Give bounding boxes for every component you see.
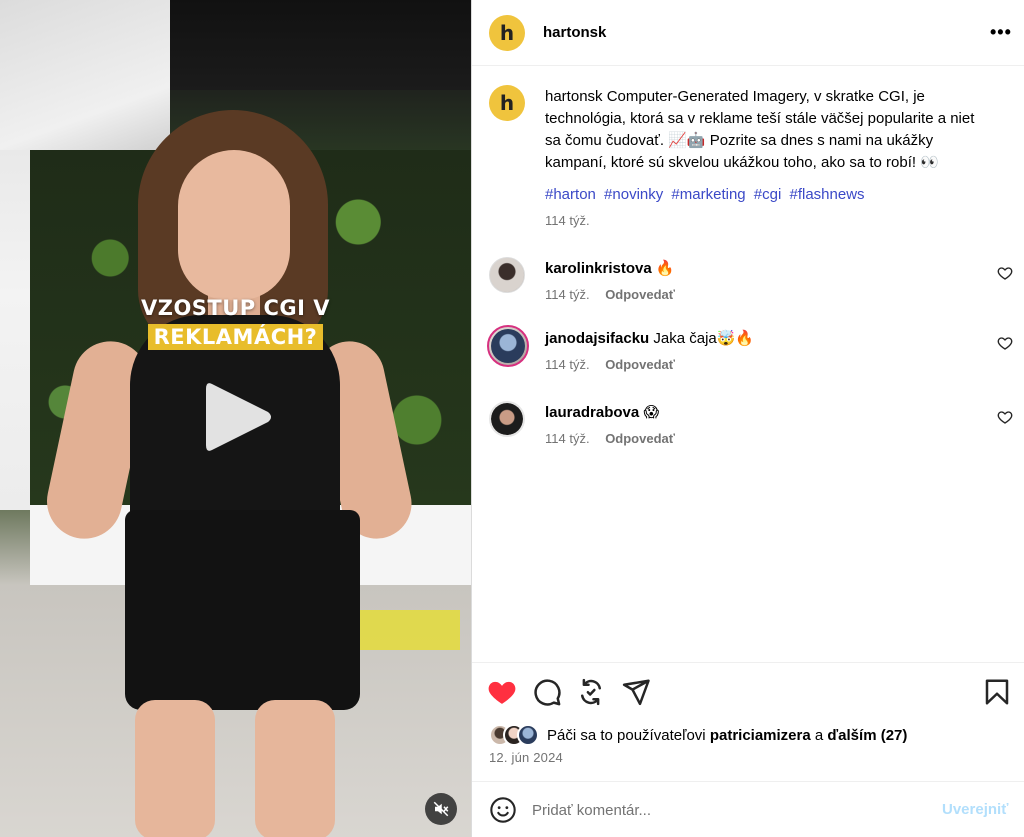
liker-username[interactable]: patriciamizera <box>710 727 811 744</box>
heart-outline-icon[interactable] <box>997 265 1013 281</box>
commenter-username[interactable]: janodajsifacku <box>545 330 649 347</box>
heart-outline-icon[interactable] <box>997 409 1013 425</box>
overlay-line-1: VZOSTUP CGI V <box>140 296 331 320</box>
comment-timestamp[interactable]: 114 týž. <box>545 357 590 372</box>
subject-face <box>178 150 290 300</box>
video-overlay-title: VZOSTUP CGI V REKLAMÁCH? <box>0 296 471 350</box>
liker-avatars[interactable] <box>489 724 547 746</box>
avatar-image <box>491 403 523 435</box>
reply-button[interactable]: Odpovedať <box>605 287 675 302</box>
more-options-icon[interactable]: ••• <box>990 22 1012 43</box>
comment-line: lauradrabova 😱 <box>545 403 659 421</box>
reply-button[interactable]: Odpovedať <box>605 431 675 446</box>
avatar-image <box>490 258 524 292</box>
overlay-line-2: REKLAMÁCH? <box>147 324 324 350</box>
comment-text: 😱 <box>643 404 660 421</box>
comment-timestamp[interactable]: 114 týž. <box>545 431 590 446</box>
post-dialog: VZOSTUP CGI V REKLAMÁCH? h hartonsk ••• … <box>0 0 1024 837</box>
heart-outline-icon[interactable] <box>997 335 1013 351</box>
liker-avatar <box>517 724 539 746</box>
subject-skirt <box>125 510 360 710</box>
add-comment-bar: Uverejniť <box>472 781 1024 837</box>
comment-meta: 114 týž. Odpovedať <box>545 431 675 446</box>
commenter-username[interactable]: lauradrabova <box>545 404 639 421</box>
commenter-avatar[interactable] <box>489 257 525 293</box>
caption-text: hartonsk Computer-Generated Imagery, v s… <box>545 88 975 171</box>
comment-bubble-icon[interactable] <box>532 677 562 707</box>
likes-connector: a <box>814 726 824 744</box>
bookmark-icon[interactable] <box>982 677 1012 707</box>
hashtag-link[interactable]: #novinky <box>604 186 663 203</box>
subject-leg-right <box>255 700 335 837</box>
emoji-icon[interactable] <box>489 796 517 824</box>
play-icon[interactable] <box>200 378 275 456</box>
repost-icon[interactable] <box>576 677 606 707</box>
speaker-muted-icon[interactable] <box>425 793 457 825</box>
likes-prefix: Páči sa to používateľovi <box>547 726 706 744</box>
comment-input[interactable] <box>532 798 912 822</box>
post-date[interactable]: 12. jún 2024 <box>489 750 563 765</box>
caption-timestamp[interactable]: 114 týž. <box>545 213 590 228</box>
comment-text: Jaka čaja🤯🔥 <box>653 330 755 347</box>
comment-meta: 114 týž. Odpovedať <box>545 357 675 372</box>
avatar-image <box>491 329 525 363</box>
comment-meta: 114 týž. Odpovedať <box>545 287 675 302</box>
speaker-muted-glyph <box>433 801 449 817</box>
video-player[interactable]: VZOSTUP CGI V REKLAMÁCH? <box>0 0 471 837</box>
hashtag-link[interactable]: #marketing <box>671 186 745 203</box>
reply-button[interactable]: Odpovedať <box>605 357 675 372</box>
post-side-panel: h hartonsk ••• h hartonsk Computer-Gener… <box>471 0 1024 837</box>
video-subject <box>40 110 419 837</box>
comment-item: karolinkristova 🔥 114 týž. Odpovedať <box>472 257 1024 317</box>
post-actions: Páči sa to používateľovi patriciamizera … <box>472 662 1024 780</box>
likes-text: Páči sa to používateľovi patriciamizera … <box>547 727 907 744</box>
comment-line: janodajsifacku Jaka čaja🤯🔥 <box>545 329 754 347</box>
author-avatar[interactable]: h <box>489 15 525 51</box>
likes-summary: Páči sa to používateľovi patriciamizera … <box>489 724 907 746</box>
comment-timestamp[interactable]: 114 týž. <box>545 287 590 302</box>
subject-leg-left <box>135 700 215 837</box>
caption-avatar[interactable]: h <box>489 85 525 121</box>
commenter-username[interactable]: karolinkristova <box>545 260 652 277</box>
hashtag-link[interactable]: #flashnews <box>790 186 865 203</box>
hashtag-link[interactable]: #harton <box>545 186 596 203</box>
share-send-icon[interactable] <box>621 677 651 707</box>
commenter-avatar[interactable] <box>487 325 529 367</box>
likes-others-link[interactable]: ďalším (27) <box>827 727 907 744</box>
hashtag-link[interactable]: #cgi <box>754 186 782 203</box>
comment-line: karolinkristova 🔥 <box>545 259 675 277</box>
comment-item: lauradrabova 😱 114 týž. Odpovedať <box>472 401 1024 461</box>
author-username[interactable]: hartonsk <box>543 24 606 41</box>
commenter-avatar[interactable] <box>489 401 525 437</box>
comment-text: 🔥 <box>655 260 675 277</box>
heart-filled-icon[interactable] <box>487 677 517 707</box>
post-comment-button[interactable]: Uverejniť <box>942 801 1008 818</box>
play-icon-glyph <box>206 383 271 451</box>
caption-hashtags: #harton #novinky #marketing #cgi #flashn… <box>545 184 990 206</box>
comment-item: janodajsifacku Jaka čaja🤯🔥 114 týž. Odpo… <box>472 325 1024 387</box>
post-header: h hartonsk ••• <box>472 0 1024 66</box>
